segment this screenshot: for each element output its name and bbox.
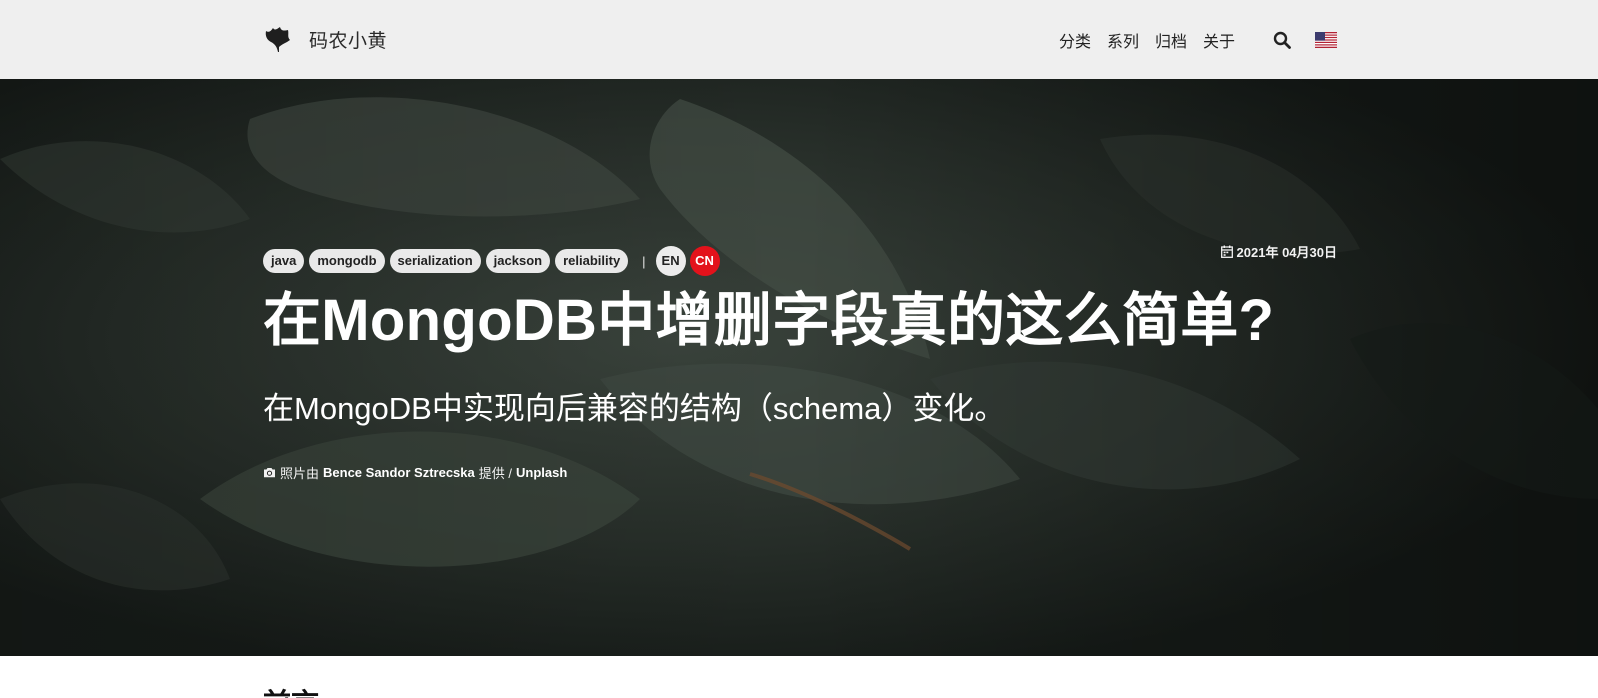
us-flag-icon[interactable] — [1315, 31, 1337, 48]
tag-mongodb[interactable]: mongodb — [309, 249, 385, 273]
hero-content: java mongodb serialization jackson relia… — [263, 79, 1337, 656]
post-hero: java mongodb serialization jackson relia… — [0, 79, 1598, 656]
language-en-button[interactable]: EN — [655, 246, 686, 276]
top-navbar: 码农小黄 分类 系列 归档 关于 — [0, 0, 1598, 79]
nav-link-categories[interactable]: 分类 — [1059, 28, 1091, 52]
nav-link-about[interactable]: 关于 — [1203, 28, 1235, 52]
nav-link-archive[interactable]: 归档 — [1155, 28, 1187, 52]
photo-credit-middle: 提供 / — [478, 466, 512, 481]
tag-separator: | — [642, 253, 646, 269]
tag-java[interactable]: java — [263, 249, 305, 273]
search-icon[interactable] — [1273, 31, 1291, 49]
post-title: 在MongoDB中增删字段真的这么简单? — [263, 288, 1275, 353]
nav-links: 分类 系列 归档 关于 — [1059, 28, 1337, 52]
camera-icon — [264, 468, 275, 478]
post-date-text: 2021年 04月30日 — [1236, 245, 1337, 260]
post-subtitle: 在MongoDB中实现向后兼容的结构（schema）变化。 — [263, 391, 1006, 426]
ginkgo-leaf-icon — [265, 26, 290, 52]
photo-author-link[interactable]: Bence Sandor Sztrecska — [323, 465, 475, 480]
calendar-icon — [1220, 245, 1233, 258]
post-tags: java mongodb serialization jackson relia… — [263, 246, 724, 276]
section-heading: 前言 — [263, 684, 319, 698]
post-date: 2021年 04月30日 — [1220, 242, 1337, 261]
nav-link-series[interactable]: 系列 — [1107, 28, 1139, 52]
site-name: 码农小黄 — [309, 31, 388, 52]
tag-serialization[interactable]: serialization — [389, 249, 481, 273]
photo-source-link[interactable]: Unplash — [516, 465, 567, 480]
brand-home-link[interactable]: 码农小黄 — [263, 25, 387, 55]
tag-reliability[interactable]: reliability — [555, 249, 629, 273]
navbar-container: 码农小黄 分类 系列 归档 关于 — [263, 0, 1337, 79]
tag-jackson[interactable]: jackson — [485, 249, 551, 273]
photo-credit-prefix: 照片由 — [280, 466, 320, 481]
post-content: 前言 — [263, 656, 1337, 698]
photo-credit: 照片由 Bence Sandor Sztrecska 提供 / Unplash — [263, 463, 567, 482]
language-cn-button[interactable]: CN — [689, 246, 720, 276]
